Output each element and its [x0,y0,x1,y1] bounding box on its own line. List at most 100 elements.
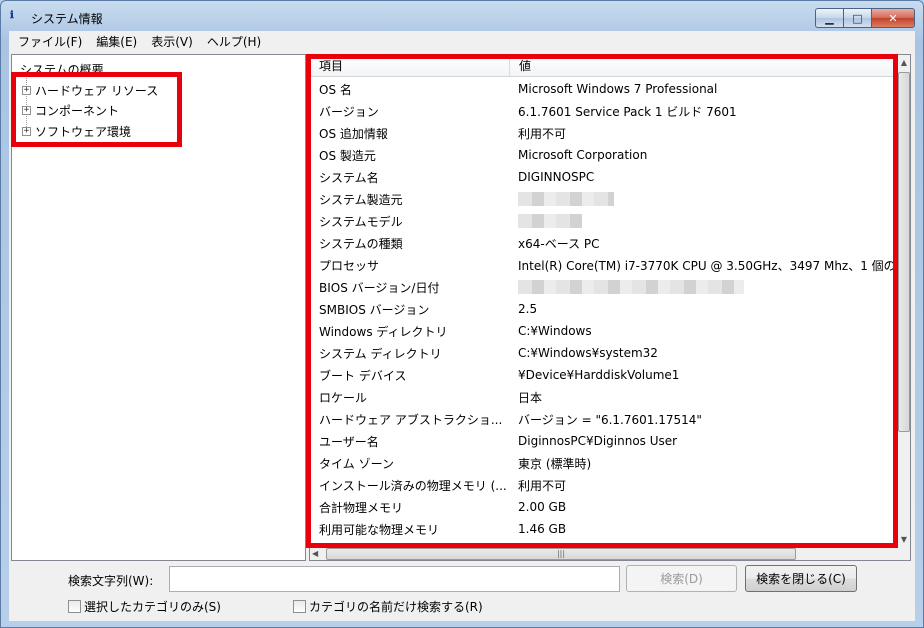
close-search-button[interactable]: 検索を閉じる(C) [745,565,857,592]
table-row[interactable]: システム製造元 [310,188,898,210]
table-row[interactable]: ロケール 日本 [310,386,898,408]
checkbox-label: 選択したカテゴリのみ(S) [84,600,221,614]
scrollbar-corner [896,546,910,560]
vertical-scroll-thumb[interactable] [898,72,910,432]
redacted-value [518,214,582,229]
minimize-button[interactable]: ▁ [815,8,843,28]
system-info-icon: ℹ [10,10,14,21]
menu-file[interactable]: ファイル(F) [11,33,89,50]
tree-item-label: コンポーネント [35,104,120,118]
table-row[interactable]: ハードウェア アブストラクショ... バージョン = "6.1.7601.1751… [310,408,898,430]
table-row[interactable]: OS 製造元 Microsoft Corporation [310,144,898,166]
table-row[interactable]: インストール済みの物理メモリ (... 利用不可 [310,474,898,496]
tree-item-software-environment[interactable]: + ソフトウェア環境 [22,123,131,140]
scroll-up-icon[interactable]: ▲ [897,55,910,71]
row-value-cell: 日本 [518,390,543,405]
table-row[interactable]: OS 名 Microsoft Windows 7 Professional [310,78,898,100]
redacted-value [518,192,614,207]
row-value-cell: DIGINNOSPC [518,170,595,184]
row-item-cell: ハードウェア アブストラクショ... [319,412,503,427]
menu-bar: ファイル(F) 編集(E) 表示(V) ヘルプ(H) [9,31,915,52]
row-value-cell: 東京 (標準時) [518,456,592,471]
row-value-cell: ¥Device¥HarddiskVolume1 [518,368,680,382]
checkbox-box[interactable] [68,600,81,613]
table-row[interactable]: タイム ゾーン 東京 (標準時) [310,452,898,474]
tree-item-components[interactable]: + コンポーネント [22,102,119,119]
row-value-cell: C:¥Windows¥system32 [518,346,658,360]
row-value-cell: Microsoft Windows 7 Professional [518,82,718,96]
table-row[interactable]: システムの種類 x64-ベース PC [310,232,898,254]
row-value-cell: 2.00 GB [518,500,567,514]
maximize-button[interactable]: □ [843,8,871,28]
row-item-cell: プロセッサ [319,258,380,273]
selected-category-only-checkbox[interactable]: 選択したカテゴリのみ(S) [68,598,221,615]
tree-item-label: ハードウェア リソース [35,84,159,98]
table-row[interactable]: ブート デバイス ¥Device¥HarddiskVolume1 [310,364,898,386]
category-tree[interactable]: システムの概要 + ハードウェア リソース + コンポーネント + ソフトウェア… [11,54,306,561]
title-bar[interactable]: ℹ システム情報 ▁ □ ✕ [1,1,923,31]
category-names-only-checkbox[interactable]: カテゴリの名前だけ検索する(R) [293,598,483,615]
table-row[interactable]: BIOS バージョン/日付 [310,276,898,298]
row-value-cell: 2.5 [518,302,538,316]
table-row[interactable]: システム名 DIGINNOSPC [310,166,898,188]
table-row[interactable]: バージョン 6.1.7601 Service Pack 1 ビルド 7601 [310,100,898,122]
menu-help[interactable]: ヘルプ(H) [200,33,268,50]
row-item-cell: システムの種類 [319,236,403,251]
table-row[interactable]: OS 追加情報 利用不可 [310,122,898,144]
row-value-cell: 6.1.7601 Service Pack 1 ビルド 7601 [518,104,737,119]
row-item-cell: バージョン [319,104,379,119]
row-item-cell: ユーザー名 [319,434,379,449]
table-row[interactable]: システム ディレクトリ C:¥Windows¥system32 [310,342,898,364]
column-header-item[interactable]: 項目 [310,55,510,77]
row-value-cell: 利用不可 [518,478,567,493]
window-title: システム情報 [31,12,103,26]
row-value-cell: C:¥Windows [518,324,592,338]
row-item-cell: OS 追加情報 [319,126,388,141]
table-row[interactable]: SMBIOS バージョン 2.5 [310,298,898,320]
row-value-cell: 1.46 GB [518,522,567,536]
horizontal-scroll-thumb[interactable]: ||| [326,548,796,560]
vertical-scrollbar[interactable]: ▲ ▼ [896,55,910,548]
row-value-cell: Intel(R) Core(TM) i7-3770K CPU @ 3.50GHz… [518,258,898,273]
row-value-cell [510,214,898,229]
row-item-cell: インストール済みの物理メモリ (... [319,478,507,493]
checkbox-box[interactable] [293,600,306,613]
table-row[interactable]: 利用可能な物理メモリ 1.46 GB [310,518,898,540]
table-row[interactable]: プロセッサ Intel(R) Core(TM) i7-3770K CPU @ 3.… [310,254,898,276]
search-button[interactable]: 検索(D) [626,565,737,592]
row-value-cell: 利用不可 [518,126,567,141]
row-item-cell: 利用可能な物理メモリ [319,522,440,537]
expand-icon[interactable]: + [22,86,31,95]
menu-view[interactable]: 表示(V) [144,33,200,50]
expand-icon[interactable]: + [22,127,31,136]
main-content: システムの概要 + ハードウェア リソース + コンポーネント + ソフトウェア… [9,52,915,621]
horizontal-scrollbar[interactable]: ◀ ||| [310,546,898,560]
table-row[interactable]: ユーザー名 DiginnosPC¥Diginnos User [310,430,898,452]
row-item-cell: システム製造元 [319,192,403,207]
column-header-value[interactable]: 値 [510,55,898,77]
row-value-cell: x64-ベース PC [518,236,600,251]
row-item-cell: システム ディレクトリ [319,346,442,361]
row-value-cell: DiginnosPC¥Diginnos User [518,434,678,448]
tree-item-hardware-resources[interactable]: + ハードウェア リソース [22,82,158,99]
table-row[interactable]: Windows ディレクトリ C:¥Windows [310,320,898,342]
expand-icon[interactable]: + [22,106,31,115]
list-header: 項目 値 [310,55,898,77]
row-item-cell: 合計物理メモリ [319,500,404,515]
row-item-cell: ロケール [319,390,368,405]
menu-edit[interactable]: 編集(E) [89,33,144,50]
search-input[interactable] [169,566,620,592]
app-window: ℹ システム情報 ▁ □ ✕ ファイル(F) 編集(E) 表示(V) ヘルプ(H… [0,0,924,628]
list-rows: OS 名 Microsoft Windows 7 Professional バージョ… [310,78,898,540]
window-controls: ▁ □ ✕ [815,8,915,28]
row-value-cell: Microsoft Corporation [518,148,648,162]
close-button[interactable]: ✕ [871,8,915,28]
scroll-left-icon[interactable]: ◀ [312,547,318,560]
details-list[interactable]: 項目 値 OS 名 Microsoft Windows 7 Professiona… [309,54,911,561]
tree-item-label: ソフトウェア環境 [35,125,132,139]
table-row[interactable]: システムモデル [310,210,898,232]
table-row[interactable]: 合計物理メモリ 2.00 GB [310,496,898,518]
tree-root-system-summary[interactable]: システムの概要 [20,61,104,78]
row-item-cell: BIOS バージョン/日付 [319,280,440,295]
row-item-cell: ブート デバイス [319,368,407,383]
